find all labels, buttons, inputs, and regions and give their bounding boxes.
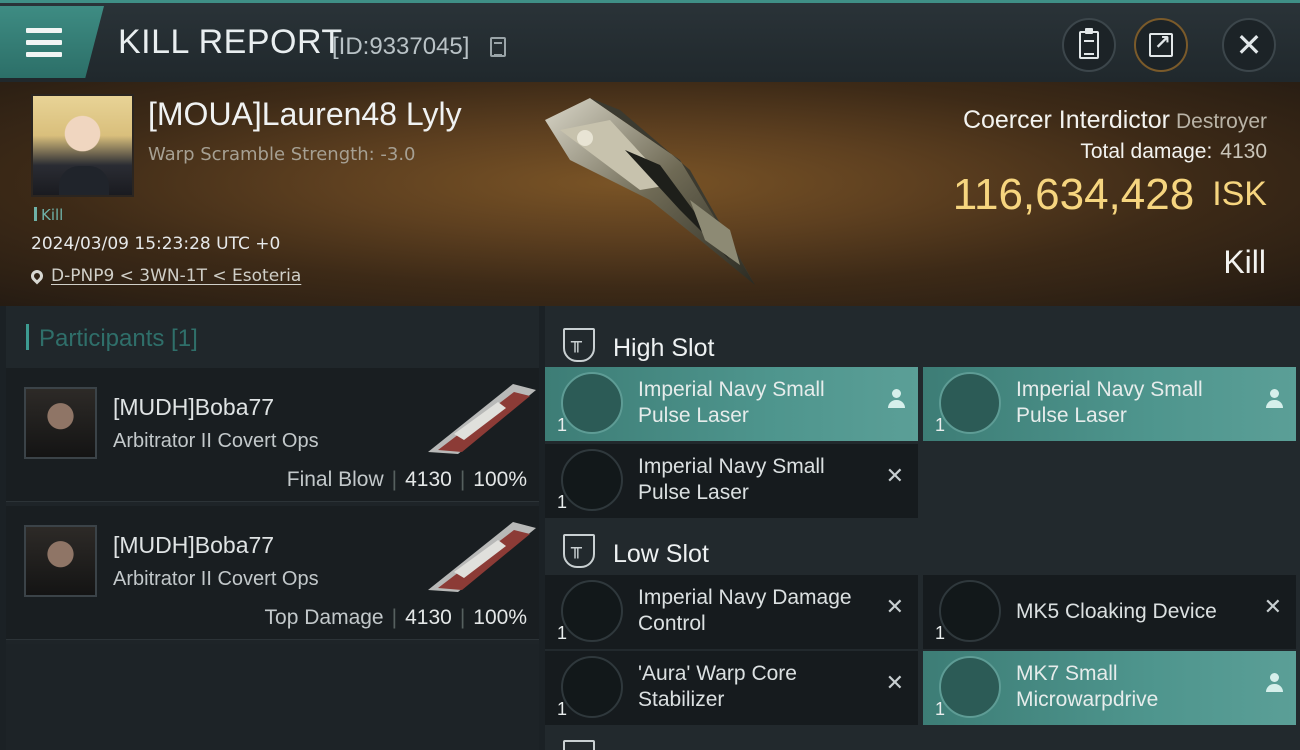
fitted-status: [1266, 673, 1283, 693]
mid-slot-header: [545, 726, 1300, 750]
module-item[interactable]: 1 MK7 Small Microwarpdrive: [923, 651, 1296, 725]
location-link[interactable]: D-PNP9 < 3WN-1T < Esoteria: [51, 266, 301, 286]
module-name: MK5 Cloaking Device: [1016, 600, 1217, 623]
page-title: KILL REPORT: [118, 23, 343, 61]
low-slot-icon: [563, 534, 595, 568]
participants-title: Participants [1]: [39, 325, 198, 352]
close-icon: ✕: [885, 671, 904, 696]
module-qty: 1: [935, 699, 946, 719]
participants-empty-area: [6, 644, 539, 750]
pilot-percent: 100%: [473, 468, 527, 491]
pilot-avatar[interactable]: [24, 387, 97, 459]
victim-name[interactable]: [MOUA]Lauren48 Lyly: [148, 96, 462, 133]
module-qty: 1: [935, 415, 946, 435]
victim-portrait[interactable]: [31, 94, 134, 197]
warp-scramble-strength: Warp Scramble Strength: -3.0: [148, 144, 416, 165]
module-item[interactable]: 1 Imperial Navy Small Pulse Laser ✕: [545, 444, 918, 518]
kill-tag: Kill: [34, 206, 63, 224]
participants-header[interactable]: Participants [1]: [6, 306, 539, 368]
participant-card[interactable]: [MUDH]Boba77 Arbitrator II Covert Ops Fi…: [6, 368, 539, 502]
hamburger-menu-icon: [26, 28, 62, 58]
pilot-name: [MUDH]Boba77: [113, 394, 275, 420]
pilot-stats: Final Blow | 4130 | 100%: [286, 468, 527, 491]
damage-control-icon: [561, 580, 623, 642]
isk-unit: ISK: [1212, 175, 1267, 213]
high-slot-header: High Slot: [545, 314, 1300, 374]
pilot-stats: Top Damage | 4130 | 100%: [264, 606, 527, 629]
module-name: MK7 Small Microwarpdrive: [1016, 662, 1159, 711]
victim-banner: [MOUA]Lauren48 Lyly Warp Scramble Streng…: [0, 82, 1300, 306]
module-item[interactable]: 1 Imperial Navy Damage Control ✕: [545, 575, 918, 649]
module-qty: 1: [935, 623, 946, 643]
module-name: 'Aura' Warp Core Stabilizer: [638, 662, 797, 711]
low-slot-title: Low Slot: [613, 540, 709, 568]
total-damage-value: 4130: [1220, 140, 1267, 163]
menu-button[interactable]: [0, 6, 104, 78]
result-label: Kill: [1223, 244, 1266, 280]
location[interactable]: D-PNP9 < 3WN-1T < Esoteria: [28, 266, 301, 286]
pilot-name: [MUDH]Boba77: [113, 532, 275, 558]
module-name: Imperial Navy Damage Control: [638, 586, 852, 635]
module-item[interactable]: 1 'Aura' Warp Core Stabilizer ✕: [545, 651, 918, 725]
participant-card[interactable]: [MUDH]Boba77 Arbitrator II Covert Ops To…: [6, 506, 539, 640]
microwarpdrive-icon: [939, 656, 1001, 718]
pilot-avatar[interactable]: [24, 525, 97, 597]
high-slot-title: High Slot: [613, 334, 715, 362]
pilot-ship-image: [428, 522, 536, 592]
module-item[interactable]: 1 Imperial Navy Small Pulse Laser: [545, 367, 918, 441]
clipboard-button[interactable]: [1062, 18, 1116, 72]
pilot-ship: Arbitrator II Covert Ops: [113, 430, 319, 452]
high-slot-icon: [563, 328, 595, 362]
pilot-ship-image: [428, 384, 536, 454]
pulse-laser-icon: [561, 372, 623, 434]
fitted-status: [888, 389, 905, 409]
fitted-status: [1266, 389, 1283, 409]
close-icon: ✕: [1263, 595, 1282, 620]
close-icon: ✕: [885, 595, 904, 620]
module-item[interactable]: 1 MK5 Cloaking Device ✕: [923, 575, 1296, 649]
module-qty: 1: [557, 699, 568, 719]
participants-panel: Participants [1] [MUDH]Boba77 Arbitrator…: [6, 306, 539, 750]
top-bar: KILL REPORT [ID:9337045] ✕: [0, 0, 1300, 82]
low-slot-header: Low Slot: [545, 520, 1300, 580]
pilot-role: Top Damage: [264, 606, 384, 629]
cloaking-device-icon: [939, 580, 1001, 642]
pilot-damage: 4130: [405, 606, 452, 629]
mid-slot-icon: [563, 740, 595, 750]
close-icon: ✕: [885, 464, 904, 489]
pilot-damage: 4130: [405, 468, 452, 491]
copy-id-icon[interactable]: [490, 37, 506, 57]
close-button[interactable]: ✕: [1222, 18, 1276, 72]
pilot-percent: 100%: [473, 606, 527, 629]
ship-class: Destroyer: [1175, 110, 1267, 133]
person-icon: [888, 389, 905, 409]
total-damage: Total damage: 4130: [1080, 140, 1267, 163]
ship-name[interactable]: Coercer Interdictor Destroyer: [963, 106, 1267, 135]
module-name: Imperial Navy Small Pulse Laser: [638, 378, 825, 427]
warp-core-stabilizer-icon: [561, 656, 623, 718]
kill-time: 2024/03/09 15:23:28 UTC +0: [31, 234, 281, 254]
close-icon: ✕: [1235, 26, 1263, 64]
share-icon: [1149, 30, 1173, 57]
isk-value: 116,634,428 ISK: [952, 170, 1267, 219]
pilot-ship: Arbitrator II Covert Ops: [113, 568, 319, 590]
module-qty: 1: [557, 623, 568, 643]
module-qty: 1: [557, 492, 568, 512]
module-qty: 1: [557, 415, 568, 435]
location-pin-icon: [28, 267, 46, 285]
pulse-laser-icon: [939, 372, 1001, 434]
person-icon: [1266, 673, 1283, 693]
pilot-role: Final Blow: [286, 468, 384, 491]
person-icon: [1266, 389, 1283, 409]
fitting-panel: High Slot 1 Imperial Navy Small Pulse La…: [545, 306, 1300, 750]
report-id: [ID:9337045]: [332, 33, 470, 60]
module-name: Imperial Navy Small Pulse Laser: [1016, 378, 1203, 427]
module-item[interactable]: 1 Imperial Navy Small Pulse Laser: [923, 367, 1296, 441]
clipboard-icon: [1079, 28, 1099, 59]
pulse-laser-icon: [561, 449, 623, 511]
module-name: Imperial Navy Small Pulse Laser: [638, 455, 825, 504]
share-button[interactable]: [1134, 18, 1188, 72]
victim-ship-image: [545, 98, 755, 285]
